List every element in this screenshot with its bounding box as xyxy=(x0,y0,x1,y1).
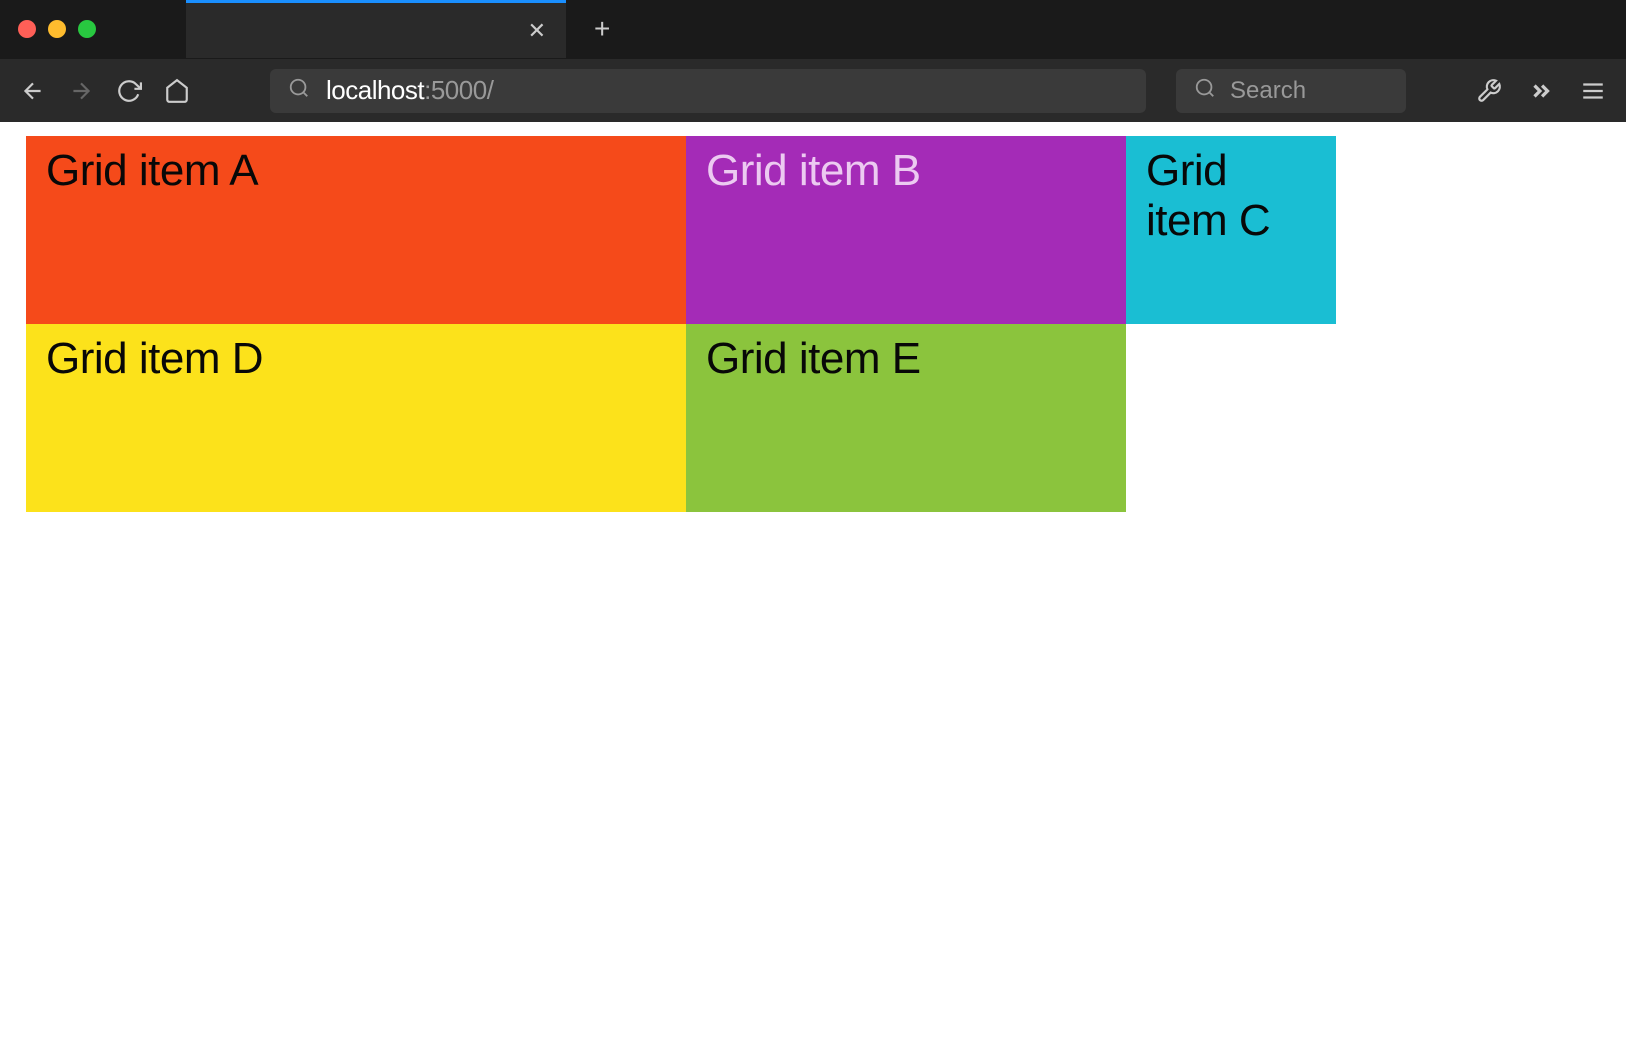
css-grid-demo: Grid item A Grid item B Grid item C Grid… xyxy=(26,136,1600,512)
reload-button[interactable] xyxy=(114,78,144,104)
arrow-left-icon xyxy=(20,78,46,104)
wrench-icon xyxy=(1476,78,1502,104)
grid-item-d: Grid item D xyxy=(26,324,686,512)
grid-item-a: Grid item A xyxy=(26,136,686,324)
tab-bar: ✕ + xyxy=(0,0,1626,58)
tab-close-icon[interactable]: ✕ xyxy=(528,18,546,44)
forward-button[interactable] xyxy=(66,78,96,104)
grid-item-c: Grid item C xyxy=(1126,136,1336,324)
home-icon xyxy=(164,78,190,104)
browser-toolbar: localhost:5000/ Search xyxy=(0,58,1626,122)
url-host: localhost xyxy=(326,75,424,105)
devtools-button[interactable] xyxy=(1474,78,1504,104)
window-controls xyxy=(18,20,96,38)
grid-item-b: Grid item B xyxy=(686,136,1126,324)
home-button[interactable] xyxy=(162,78,192,104)
window-minimize-button[interactable] xyxy=(48,20,66,38)
search-box[interactable]: Search xyxy=(1176,69,1406,113)
back-button[interactable] xyxy=(18,78,48,104)
browser-window: ✕ + localhost:5000/ Se xyxy=(0,0,1626,1050)
browser-tab[interactable]: ✕ xyxy=(186,0,566,58)
new-tab-button[interactable]: + xyxy=(594,15,610,43)
search-icon xyxy=(288,77,310,104)
toolbar-right xyxy=(1474,78,1608,104)
url-port-path: :5000/ xyxy=(424,75,493,105)
arrow-right-icon xyxy=(68,78,94,104)
chevron-double-right-icon xyxy=(1528,78,1554,104)
search-placeholder: Search xyxy=(1230,77,1306,105)
hamburger-icon xyxy=(1580,78,1606,104)
grid-item-e: Grid item E xyxy=(686,324,1126,512)
search-icon xyxy=(1194,77,1216,104)
menu-button[interactable] xyxy=(1578,78,1608,104)
page-viewport: Grid item A Grid item B Grid item C Grid… xyxy=(0,122,1626,1050)
url-text: localhost:5000/ xyxy=(326,75,493,106)
window-close-button[interactable] xyxy=(18,20,36,38)
url-bar[interactable]: localhost:5000/ xyxy=(270,69,1146,113)
overflow-button[interactable] xyxy=(1526,78,1556,104)
window-maximize-button[interactable] xyxy=(78,20,96,38)
reload-icon xyxy=(116,78,142,104)
